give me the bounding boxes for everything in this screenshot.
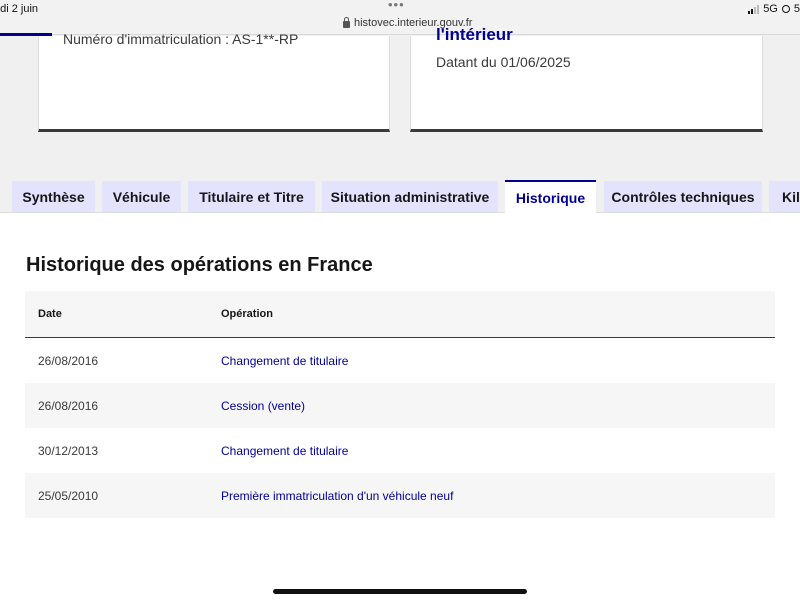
home-indicator[interactable] — [273, 589, 527, 594]
table-row: 30/12/2013 Changement de titulaire — [25, 428, 775, 473]
table-row: 26/08/2016 Cession (vente) — [25, 383, 775, 428]
table-row: 25/05/2010 Première immatriculation d'un… — [25, 473, 775, 518]
page-title: Historique des opérations en France — [26, 254, 373, 276]
more-options-icon[interactable]: ••• — [388, 0, 405, 12]
table-header: Date Opération — [25, 291, 775, 338]
report-card: l'intérieur Datant du 01/06/2025 — [410, 25, 763, 132]
row-date: 26/08/2016 — [38, 398, 99, 413]
row-date: 26/08/2016 — [38, 353, 99, 368]
lock-icon — [343, 16, 350, 28]
tab-vehicule[interactable]: Véhicule — [102, 181, 181, 213]
row-operation[interactable]: Changement de titulaire — [221, 354, 348, 368]
tab-titulaire-et-titre[interactable]: Titulaire et Titre — [188, 181, 315, 213]
tab-kilometrage[interactable]: Kilo — [769, 181, 800, 213]
table-row: 26/08/2016 Changement de titulaire — [25, 338, 775, 383]
tab-bar: Synthèse Véhicule Titulaire et Titre Sit… — [0, 180, 800, 214]
row-operation[interactable]: Cession (vente) — [221, 399, 305, 413]
signal-icon — [748, 4, 760, 14]
row-date: 30/12/2013 — [38, 443, 99, 458]
status-date: ndi 2 juin — [0, 3, 39, 15]
status-indicators: 5G 5 — [748, 3, 800, 15]
vehicle-card: Numéro d'immatriculation : AS-1**-RP — [38, 31, 390, 132]
operations-table: Date Opération 26/08/2016 Changement de … — [25, 291, 775, 518]
row-date: 25/05/2010 — [38, 488, 99, 503]
column-header-date: Date — [38, 308, 62, 320]
historique-panel: Historique des opérations en France Date… — [0, 212, 800, 580]
row-operation[interactable]: Changement de titulaire — [221, 444, 348, 458]
tab-synthese[interactable]: Synthèse — [12, 181, 95, 213]
status-bar: ndi 2 juin ••• histovec.interieur.gouv.f… — [0, 0, 800, 35]
orientation-lock-icon — [781, 5, 790, 13]
column-header-operation: Opération — [221, 308, 273, 320]
tab-historique[interactable]: Historique — [505, 180, 596, 214]
tab-controles-techniques[interactable]: Contrôles techniques — [604, 181, 762, 213]
battery-label: 5 — [793, 3, 800, 15]
row-operation[interactable]: Première immatriculation d'un véhicule n… — [221, 489, 453, 503]
issuer-text: l'intérieur — [436, 25, 513, 44]
report-date: Datant du 01/06/2025 — [436, 54, 571, 70]
immatriculation-text: Numéro d'immatriculation : AS-1**-RP — [63, 31, 299, 47]
network-label: 5G — [763, 3, 778, 15]
page: ndi 2 juin ••• histovec.interieur.gouv.f… — [0, 0, 800, 600]
tab-situation-administrative[interactable]: Situation administrative — [322, 181, 498, 213]
